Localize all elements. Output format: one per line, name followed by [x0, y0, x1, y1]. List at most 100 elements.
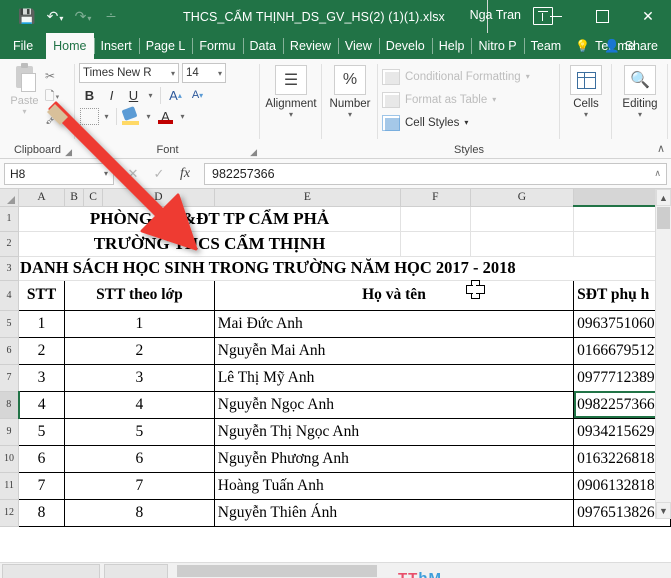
share-button[interactable]: 👤 Share	[597, 33, 665, 59]
tab-review[interactable]: Review	[282, 33, 338, 59]
name-box-dropdown-icon[interactable]: ▾	[104, 169, 108, 178]
cell-stt-lop[interactable]: 1	[64, 309, 215, 338]
decrease-font-size-button[interactable]: A ▾	[187, 85, 208, 105]
cell-stt-lop[interactable]: 4	[64, 390, 215, 419]
tab-file[interactable]: File	[0, 33, 46, 59]
font-color-dropdown-icon[interactable]: ▾	[177, 112, 188, 121]
row-header-3[interactable]: 3	[0, 256, 20, 281]
cell-styles-button[interactable]: Cell Styles ▾	[382, 112, 468, 133]
row-header-7[interactable]: 7	[0, 364, 20, 392]
row-header-10[interactable]: 10	[0, 445, 20, 473]
cancel-formula-button[interactable]: ✕	[120, 163, 146, 185]
format-as-table-dropdown-icon[interactable]: ▾	[492, 95, 496, 104]
cut-icon[interactable]: ✂	[45, 66, 71, 86]
redo-icon[interactable]: ↷ ▾	[70, 5, 96, 29]
format-as-table-button[interactable]: Format as Table ▾	[382, 89, 496, 110]
cell-stt-lop[interactable]: 2	[64, 336, 215, 365]
row-header-1[interactable]: 1	[0, 206, 20, 232]
cell-hoten[interactable]: Nguyễn Ngọc Anh	[213, 390, 575, 419]
cell-f1[interactable]	[400, 205, 471, 232]
clipboard-dialog-launcher[interactable]: ◢	[65, 147, 72, 158]
bold-button[interactable]: B	[79, 85, 100, 105]
tab-page-layout[interactable]: Page L	[138, 33, 193, 59]
vertical-scroll-thumb[interactable]	[657, 207, 670, 229]
insert-function-icon[interactable]: fx	[172, 163, 198, 185]
cell-stt[interactable]: 6	[18, 444, 66, 473]
select-all-corner[interactable]	[0, 189, 20, 207]
paste-dropdown-icon[interactable]: ▾	[22, 107, 26, 116]
cell-stt[interactable]: 8	[18, 498, 66, 527]
alignment-button[interactable]: ☰ Alignment ▾	[264, 63, 318, 119]
fill-color-dropdown-icon[interactable]: ▾	[143, 112, 154, 121]
cell-stt[interactable]: 3	[18, 363, 66, 392]
cell-stt[interactable]: 5	[18, 417, 66, 446]
paste-button[interactable]: Paste ▾	[4, 63, 45, 116]
customize-quick-access-icon[interactable]: ∸	[98, 5, 124, 29]
horizontal-scroll-thumb[interactable]	[177, 565, 377, 577]
cell-hoten[interactable]: Hoàng Tuấn Anh	[213, 471, 575, 500]
fill-color-button[interactable]	[121, 106, 142, 126]
underline-dropdown-icon[interactable]: ▾	[145, 91, 156, 100]
header-stt[interactable]: STT	[18, 279, 66, 311]
font-family-combobox[interactable]: Times New R ▾	[79, 63, 179, 83]
cell-stt[interactable]: 7	[18, 471, 66, 500]
collapse-ribbon-button[interactable]: ∧	[657, 142, 665, 155]
editing-dropdown-icon[interactable]: ▾	[638, 110, 642, 119]
column-header-d[interactable]: D	[102, 189, 215, 207]
font-dialog-launcher[interactable]: ◢	[250, 147, 257, 158]
header-ho-va-ten[interactable]: Họ và tên	[213, 279, 575, 311]
column-header-g[interactable]: G	[470, 189, 575, 207]
tab-home[interactable]: Home	[46, 33, 94, 59]
cell-stt-lop[interactable]: 3	[64, 363, 215, 392]
tab-formulas[interactable]: Formu	[192, 33, 242, 59]
row-header-12[interactable]: 12	[0, 499, 20, 527]
cell-hoten[interactable]: Nguyễn Mai Anh	[213, 336, 575, 365]
close-button[interactable]: ✕	[625, 0, 671, 33]
conditional-formatting-dropdown-icon[interactable]: ▾	[526, 72, 530, 81]
enter-formula-button[interactable]: ✓	[146, 163, 172, 185]
cell-stt[interactable]: 1	[18, 309, 66, 338]
undo-icon[interactable]: ↶ ▾	[42, 5, 68, 29]
cell-g2[interactable]	[469, 230, 575, 257]
save-icon[interactable]: 💾	[14, 5, 40, 29]
worksheet-grid[interactable]: A B C D E F G 1 PHÒNG GD&ĐT TP CẨM PHẢ 2…	[0, 189, 671, 527]
cell-stt-lop[interactable]: 8	[64, 498, 215, 527]
font-size-combobox[interactable]: 14 ▾	[182, 63, 226, 83]
number-dropdown-icon[interactable]: ▾	[348, 110, 352, 119]
conditional-formatting-button[interactable]: Conditional Formatting ▾	[382, 66, 530, 87]
increase-font-size-button[interactable]: A ▴	[165, 85, 186, 105]
scroll-down-icon[interactable]: ▼	[656, 502, 671, 519]
cell-f2[interactable]	[400, 230, 471, 257]
sheet-tab-2[interactable]	[104, 564, 168, 578]
cell-hoten[interactable]: Nguyễn Thị Ngọc Anh	[213, 417, 575, 446]
minimize-button[interactable]	[533, 0, 579, 33]
alignment-dropdown-icon[interactable]: ▾	[289, 110, 293, 119]
cell-g1[interactable]	[469, 205, 575, 232]
borders-dropdown-icon[interactable]: ▾	[101, 112, 112, 121]
cell-a3-title[interactable]: DANH SÁCH HỌC SINH TRONG TRƯỜNG NĂM HỌC …	[18, 255, 671, 281]
vertical-scrollbar[interactable]: ▲ ▼	[655, 189, 671, 519]
borders-button[interactable]	[79, 106, 100, 126]
cells-dropdown-icon[interactable]: ▾	[584, 110, 588, 119]
tab-insert[interactable]: Insert	[93, 33, 139, 59]
sheet-tab-1[interactable]	[2, 564, 100, 578]
cell-styles-dropdown-icon[interactable]: ▾	[464, 118, 468, 127]
cell-stt-lop[interactable]: 5	[64, 417, 215, 446]
maximize-button[interactable]	[579, 0, 625, 33]
column-header-f[interactable]: F	[400, 189, 471, 207]
column-header-a[interactable]: A	[18, 189, 66, 207]
row-header-9[interactable]: 9	[0, 418, 20, 446]
column-header-e[interactable]: E	[214, 189, 402, 207]
cells-button[interactable]: Cells ▾	[564, 63, 608, 119]
sheet-tab-bar[interactable]: TThM	[0, 562, 671, 578]
tab-nitro-pro[interactable]: Nitro P	[471, 33, 523, 59]
font-color-button[interactable]: A	[155, 106, 176, 126]
row-header-8[interactable]: 8	[0, 391, 20, 419]
tab-developer[interactable]: Develo	[378, 33, 432, 59]
font-size-dropdown-icon[interactable]: ▾	[214, 69, 222, 78]
cell-a2-title[interactable]: TRƯỜNG THCS CẨM THỊNH	[18, 230, 401, 257]
tab-data[interactable]: Data	[242, 33, 283, 59]
italic-button[interactable]: I	[101, 85, 122, 105]
cell-hoten[interactable]: Mai Đức Anh	[213, 309, 575, 338]
tab-view[interactable]: View	[337, 33, 379, 59]
